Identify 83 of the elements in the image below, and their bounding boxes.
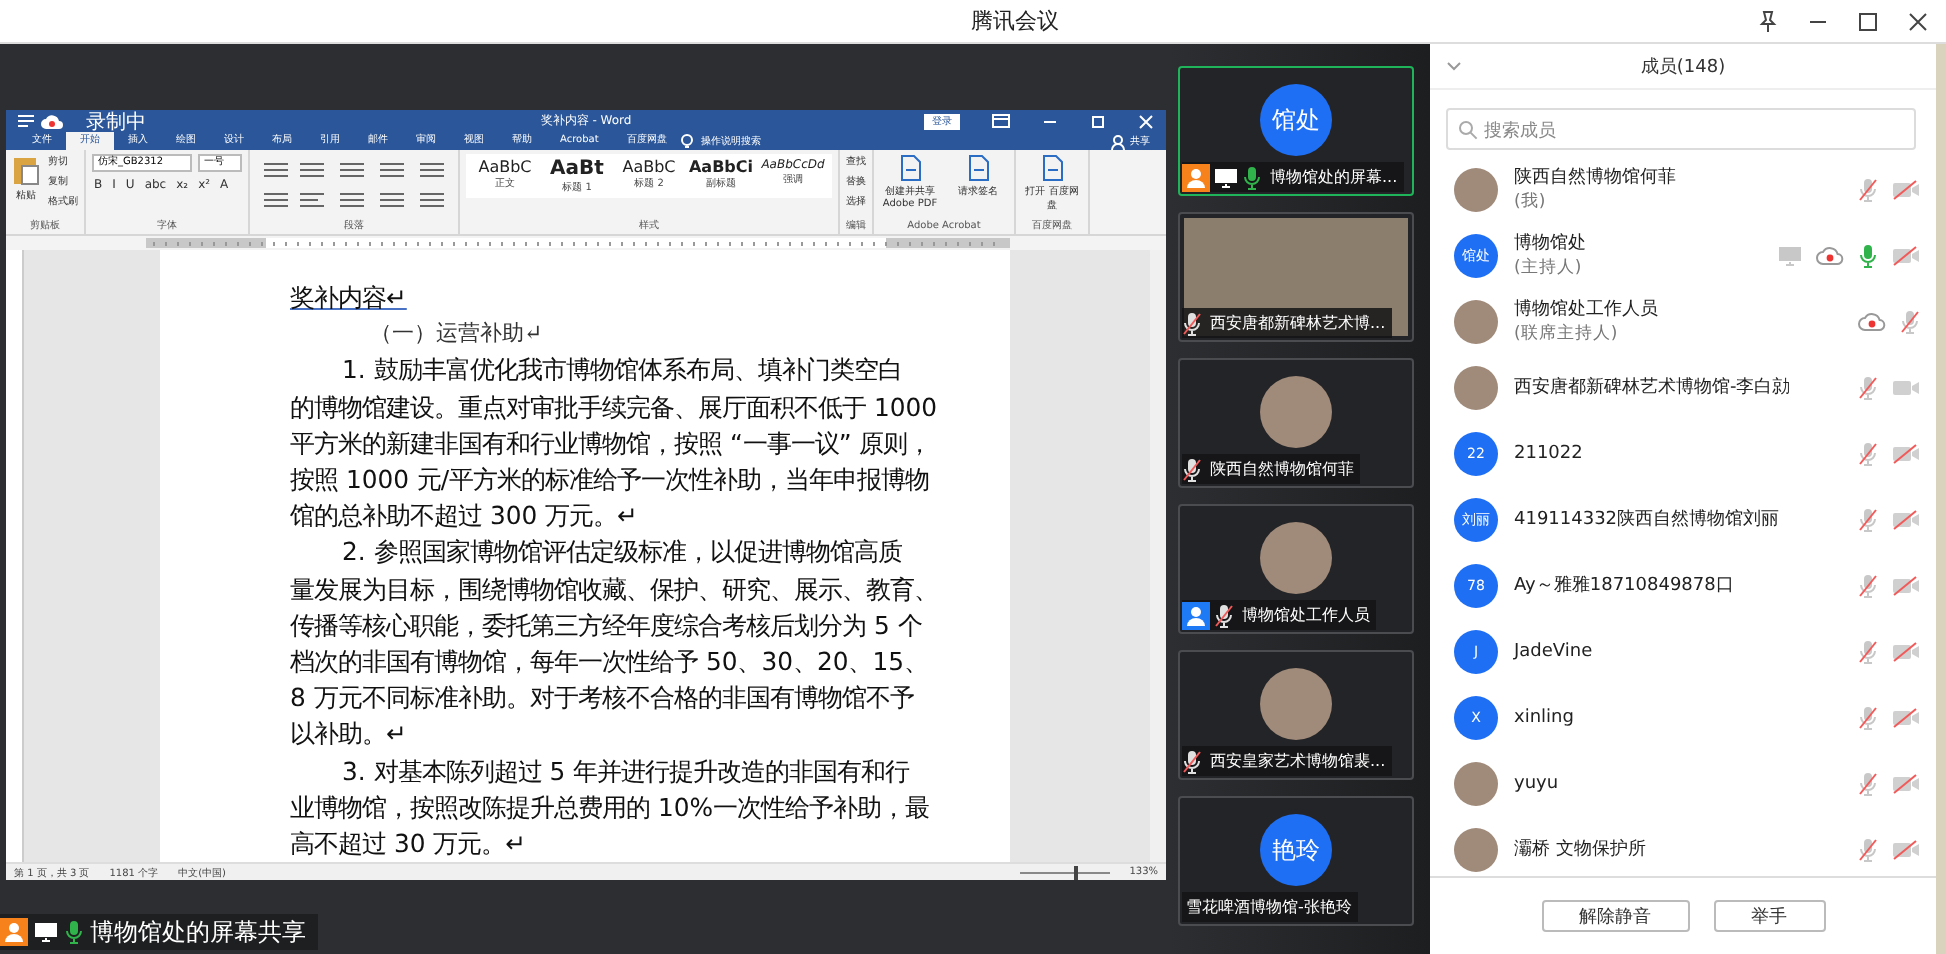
lightbulb-icon <box>681 133 694 147</box>
collapse-icon[interactable] <box>1447 62 1461 71</box>
search-icon <box>1459 121 1478 140</box>
member-name: 211022 <box>1514 443 1585 463</box>
host-person-icon <box>1182 163 1210 191</box>
member-role: (联席主持人) <box>1514 322 1620 346</box>
participant-name: 博物馆处的屏幕... <box>1268 166 1398 188</box>
video-tile[interactable]: 西安唐都新碑林艺术博... <box>1178 212 1414 342</box>
avatar: 艳玲 <box>1260 814 1332 886</box>
participant-name: 西安唐都新碑林艺术博... <box>1208 312 1386 334</box>
recording-cloud-icon <box>41 114 63 128</box>
video-tile[interactable]: 艳玲 雪花啤酒博物馆-张艳玲 <box>1178 796 1414 926</box>
member-row[interactable]: 西安唐都新碑林艺术博物馆-李白勍 <box>1430 354 1936 420</box>
cohost-person-icon <box>1182 601 1210 629</box>
avatar-photo <box>1454 167 1498 211</box>
member-name: 博物馆处工作人员 <box>1514 297 1660 322</box>
member-name: 419114332陕西自然博物馆刘丽 <box>1514 507 1782 532</box>
avatar-photo <box>1454 827 1498 871</box>
document-icon[interactable] <box>901 155 921 181</box>
zoom-slider-thumb[interactable] <box>1073 865 1078 879</box>
member-row[interactable]: 陕西自然博物馆何菲 (我) <box>1430 156 1936 222</box>
paragraph: 1. 鼓励丰富优化我市博物馆体系布局、填补门类空白 的博物馆建设。重点对审批手续完备、展厅面积不低于 1000 平方米的新建非国有和行业博物馆，按照 “一事一议” 原则， 按照 1000 元/平方米的标准给予一次性补助，当年申报博物 馆的总补助不超过 300 万元。↵ <box>290 352 939 535</box>
member-name: 陕西自然博物馆何菲 <box>1514 165 1678 190</box>
panel-title: 成员(148) <box>1638 55 1728 79</box>
avatar-photo <box>1260 376 1332 448</box>
minimize-icon[interactable] <box>1809 20 1827 22</box>
style-sample: AaBbCi <box>688 158 754 176</box>
member-role: (我) <box>1514 190 1548 214</box>
document-icon[interactable] <box>1043 155 1063 181</box>
video-tile[interactable]: 陕西自然博物馆何菲 <box>1178 358 1414 488</box>
host-person-icon <box>0 918 28 946</box>
paragraph: 3. 对基本陈列超过 5 年并进行提升改造的非国有和行 业博物馆，按照改陈提升总费用的 10%一次性给予补助，最 高不超过 30 万元。↵ <box>290 753 931 862</box>
member-name: JadeVine <box>1514 641 1595 661</box>
panel-button[interactable]: 解除静音 <box>1541 900 1689 932</box>
video-tile[interactable]: 西安皇家艺术博物馆裴... <box>1178 650 1414 780</box>
close-icon[interactable] <box>1909 12 1927 30</box>
paste-icon[interactable] <box>14 158 39 185</box>
mic-icon <box>66 921 82 944</box>
member-name: 西安唐都新碑林艺术博物馆-李白勍 <box>1514 375 1793 400</box>
avatar-photo <box>1454 299 1498 343</box>
avatar: 馆处 <box>1260 84 1332 156</box>
member-name: xinling <box>1514 707 1576 727</box>
recording-icon <box>1816 246 1844 264</box>
screen-share-icon <box>1215 168 1237 187</box>
member-name: 灞桥 文物保护所 <box>1514 837 1648 862</box>
member-name: yuyu <box>1514 773 1561 793</box>
video-tile[interactable]: 博物馆处工作人员 <box>1178 504 1414 634</box>
sharer-name: 博物馆处的屏幕共享 <box>90 915 306 949</box>
recording-icon <box>1858 312 1886 330</box>
window-title: 腾讯会议 <box>971 6 1059 36</box>
avatar-photo <box>1454 761 1498 805</box>
heading: （一）运营补助↵ <box>368 318 545 351</box>
avatar-photo <box>1260 668 1332 740</box>
screen-share-icon <box>35 923 57 942</box>
recording-label: 录制中 <box>86 109 146 134</box>
paragraph: 2. 参照国家博物馆评估定级标准，以促进博物馆高质 量发展为目标，围绕博物馆收藏、保护、研究、展示、教育、 传播等核心职能，委托第三方经年度综合考核后划分为 5 个 档次的非国有博物馆，每年一次性给予 50、30、20、15、 8 万元不同标准补助。对于考核不合格的非国有博物馆不予 以补助。↵ <box>290 534 940 753</box>
avatar-photo <box>1454 365 1498 409</box>
member-role: (主持人) <box>1514 256 1584 280</box>
style-sample: AaBbC <box>622 158 676 176</box>
member-row[interactable]: 灞桥 文物保护所 <box>1430 816 1936 876</box>
participant-name: 博物馆处工作人员 <box>1240 604 1370 626</box>
person-icon <box>1111 134 1125 149</box>
list-icon <box>18 115 34 127</box>
participant-name: 陕西自然博物馆何菲 <box>1208 458 1354 480</box>
participant-name: 西安皇家艺术博物馆裴... <box>1208 750 1386 772</box>
heading: 奖补内容↵ <box>290 280 409 316</box>
style-sample: AaBbC <box>478 158 532 176</box>
member-row[interactable]: yuyu <box>1430 750 1936 816</box>
video-tile[interactable]: 馆处 博物馆处的屏幕... <box>1178 66 1414 196</box>
member-name: 博物馆处 <box>1514 231 1588 256</box>
participant-name: 雪花啤酒博物馆-张艳玲 <box>1184 896 1352 918</box>
avatar-photo <box>1260 522 1332 594</box>
maximize-icon[interactable] <box>1859 12 1877 30</box>
document-icon[interactable] <box>969 155 989 181</box>
scrollbar[interactable] <box>1150 250 1166 862</box>
style-sample: AaBt <box>550 158 604 180</box>
screen-share-icon <box>1779 246 1801 265</box>
ribbon-display-icon[interactable] <box>992 114 1010 128</box>
panel-button[interactable]: 举手 <box>1713 900 1825 932</box>
search-field[interactable]: 搜索成员 <box>1446 108 1916 150</box>
member-name: Ay～雅雅18710849878口 <box>1514 573 1736 598</box>
pin-icon[interactable] <box>1759 10 1777 32</box>
member-row[interactable]: 博物馆处工作人员 (联席主持人) <box>1430 288 1936 354</box>
